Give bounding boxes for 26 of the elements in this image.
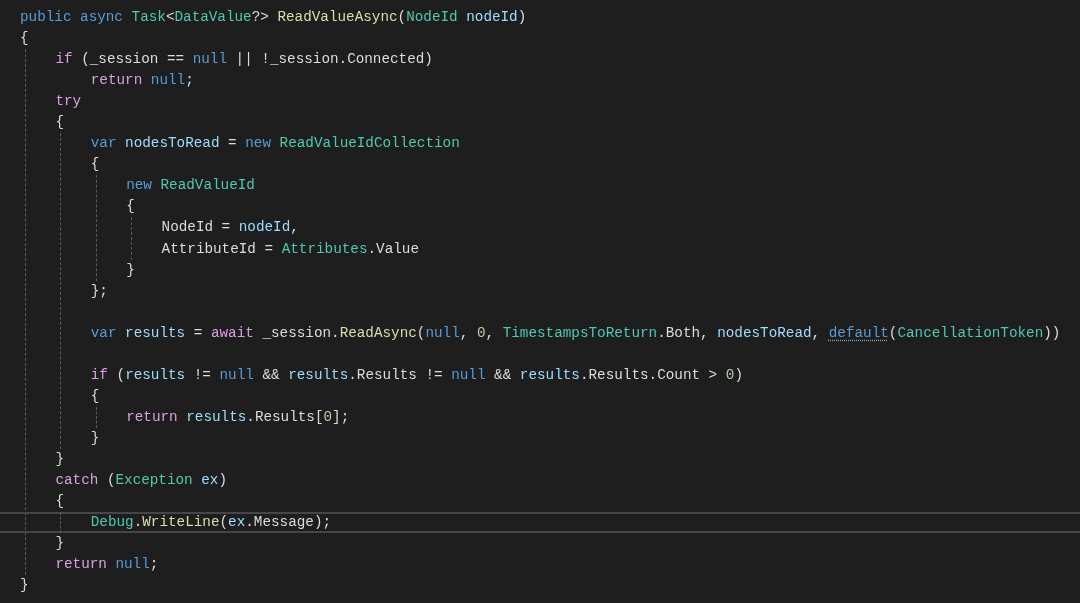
code-line: } [55,450,64,469]
code-line: var results = await _session.ReadAsync(null, 0, TimestampsToReturn.Both, nodesToRead, default(CancellationToken)) [90,323,1061,343]
code-line: return null; [90,71,194,91]
code-line: try [55,92,82,112]
code-line: return null; [55,555,159,575]
code-line: { [20,29,29,49]
code-line: { [55,492,64,512]
code-line: AttributeId = Attributes.Value [161,239,419,259]
code-line: if (_session == null || !_session.Connected) [55,50,433,70]
code-line: }; [90,281,108,301]
code-line: var nodesToRead = new ReadValueIdCollection [90,134,460,154]
code-line: } [126,260,135,280]
code-line: public async Task<DataValue?> ReadValueAsync(NodeId nodeId) [20,8,527,27]
code-line: { [90,386,100,406]
code-line: catch (Exception ex) [55,471,228,491]
code-line: NodeId = nodeId, [161,218,299,238]
code-line: { [126,197,135,217]
code-line: if (results != null && results.Results != null && results.Results.Count > 0) [90,365,743,385]
code-line: } [20,576,29,596]
code-line: } [55,534,64,554]
current-code-line: Debug.WriteLine(ex.Message); [0,512,1080,534]
code-line: new ReadValueId [126,176,255,196]
code-line: { [90,155,100,175]
code-line: { [55,113,64,133]
code-line: } [90,428,100,448]
code-line: return results.Results[0]; [126,407,350,427]
